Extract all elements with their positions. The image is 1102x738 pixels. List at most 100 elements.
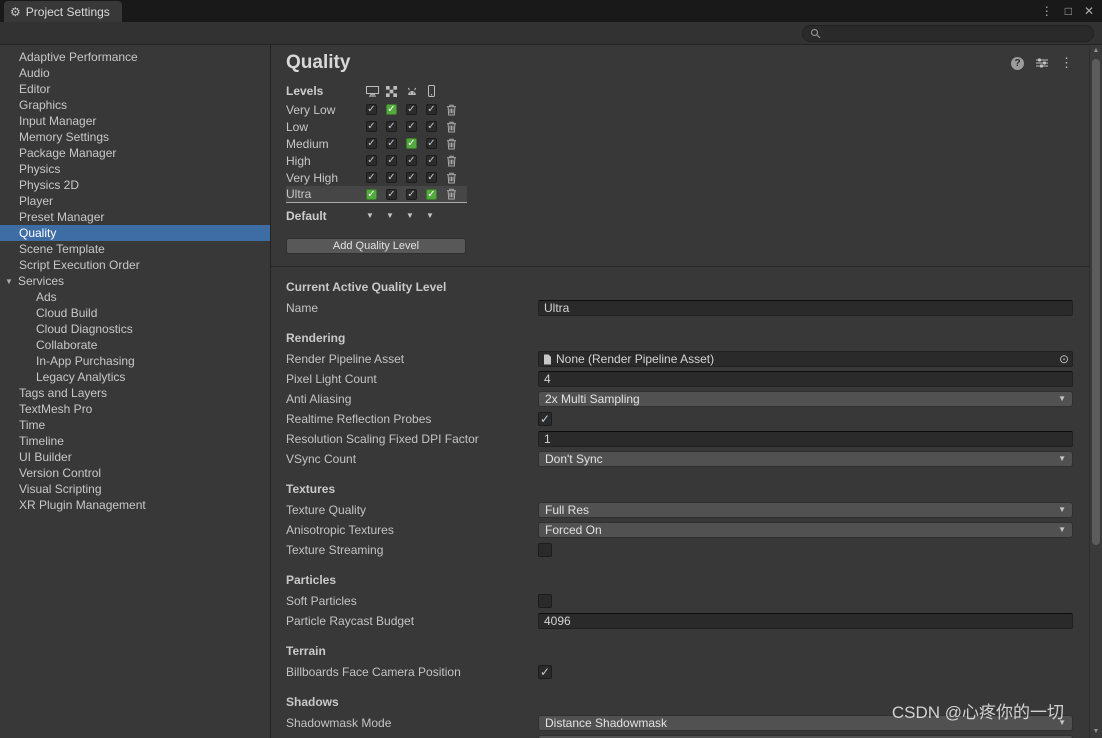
sidebar-item-tags-and-layers[interactable]: Tags and Layers [0,385,270,401]
render-pipeline-asset-object-field[interactable]: None (Render Pipeline Asset)⊙ [538,351,1073,367]
level-high-android-checkbox[interactable]: ✓ [406,155,417,166]
sidebar-item-time[interactable]: Time [0,417,270,433]
sidebar-item-legacy-analytics[interactable]: Legacy Analytics [0,369,270,385]
sidebar-item-services[interactable]: ▼Services [0,273,270,289]
vsync-count-dropdown[interactable]: Don't Sync▼ [538,451,1073,467]
page-title: Quality [286,52,350,74]
particle-raycast-budget-field[interactable]: 4096 [538,613,1073,629]
level-ultra-ios-checkbox[interactable]: ✓ [426,189,437,200]
level-very-high-desktop-checkbox[interactable]: ✓ [366,172,377,183]
sidebar-item-version-control[interactable]: Version Control [0,465,270,481]
level-ultra-desktop-checkbox[interactable]: ✓ [366,189,377,200]
sidebar-item-script-execution-order[interactable]: Script Execution Order [0,257,270,273]
delete-level-icon[interactable] [446,138,457,150]
sidebar-item-cloud-diagnostics[interactable]: Cloud Diagnostics [0,321,270,337]
billboards-face-camera-position-checkbox[interactable]: ✓ [538,665,552,679]
level-very-low-webgl-checkbox[interactable]: ✓ [386,104,397,115]
default-webgl-dropdown[interactable]: ▼ [386,211,394,220]
level-very-high-ios-checkbox[interactable]: ✓ [426,172,437,183]
sidebar-item-timeline[interactable]: Timeline [0,433,270,449]
sidebar-item-player[interactable]: Player [0,193,270,209]
sidebar-item-scene-template[interactable]: Scene Template [0,241,270,257]
realtime-reflection-probes-checkbox[interactable]: ✓ [538,412,552,426]
level-low-desktop-checkbox[interactable]: ✓ [366,121,377,132]
level-very-low-desktop-checkbox[interactable]: ✓ [366,104,377,115]
sidebar-item-package-manager[interactable]: Package Manager [0,145,270,161]
delete-level-icon[interactable] [446,172,457,184]
maximize-icon[interactable]: □ [1065,4,1072,18]
soft-particles-checkbox[interactable] [538,594,552,608]
delete-level-icon[interactable] [446,121,457,133]
sidebar-item-audio[interactable]: Audio [0,65,270,81]
window-tab[interactable]: ⚙ Project Settings [4,1,122,22]
level-high-desktop-checkbox[interactable]: ✓ [366,155,377,166]
add-quality-level-button[interactable]: Add Quality Level [286,238,466,254]
resolution-scaling-fixed-dpi-factor-field[interactable]: 1 [538,431,1073,447]
help-icon[interactable]: ? [1011,57,1024,70]
quality-level-row-low[interactable]: Low✓✓✓✓ [286,118,467,135]
sidebar-item-in-app-purchasing[interactable]: In-App Purchasing [0,353,270,369]
scrollbar-thumb[interactable] [1092,59,1100,545]
anti-aliasing-dropdown[interactable]: 2x Multi Sampling▼ [538,391,1073,407]
level-very-high-webgl-checkbox[interactable]: ✓ [386,172,397,183]
sidebar-item-preset-manager[interactable]: Preset Manager [0,209,270,225]
sidebar-item-input-manager[interactable]: Input Manager [0,113,270,129]
delete-level-icon[interactable] [446,104,457,116]
level-high-webgl-checkbox[interactable]: ✓ [386,155,397,166]
level-low-ios-checkbox[interactable]: ✓ [426,121,437,132]
level-medium-desktop-checkbox[interactable]: ✓ [366,138,377,149]
foldout-icon[interactable]: ▼ [5,274,18,290]
texture-streaming-checkbox[interactable] [538,543,552,557]
sidebar-item-visual-scripting[interactable]: Visual Scripting [0,481,270,497]
quality-level-row-medium[interactable]: Medium✓✓✓✓ [286,135,467,152]
anisotropic-textures-dropdown[interactable]: Forced On▼ [538,522,1073,538]
level-ultra-android-checkbox[interactable]: ✓ [406,189,417,200]
texture-quality-dropdown[interactable]: Full Res▼ [538,502,1073,518]
search-input[interactable] [826,27,1086,39]
search-box[interactable] [802,25,1094,42]
sidebar-item-textmesh-pro[interactable]: TextMesh Pro [0,401,270,417]
scroll-down-icon[interactable]: ▼ [1090,726,1102,738]
sidebar-item-adaptive-performance[interactable]: Adaptive Performance [0,49,270,65]
level-medium-webgl-checkbox[interactable]: ✓ [386,138,397,149]
level-medium-ios-checkbox[interactable]: ✓ [426,138,437,149]
name-field[interactable]: Ultra [538,300,1073,316]
close-icon[interactable]: ✕ [1084,4,1094,18]
default-android-dropdown[interactable]: ▼ [406,211,414,220]
default-ios-dropdown[interactable]: ▼ [426,211,434,220]
delete-level-icon[interactable] [446,155,457,167]
sidebar-item-physics[interactable]: Physics [0,161,270,177]
sidebar-item-physics-2d[interactable]: Physics 2D [0,177,270,193]
sidebar-item-ui-builder[interactable]: UI Builder [0,449,270,465]
default-desktop-dropdown[interactable]: ▼ [366,211,374,220]
window-menu-icon[interactable]: ⋮ [1041,4,1053,18]
level-very-low-android-checkbox[interactable]: ✓ [406,104,417,115]
level-low-android-checkbox[interactable]: ✓ [406,121,417,132]
object-picker-icon[interactable]: ⊙ [1059,352,1069,366]
pixel-light-count-field[interactable]: 4 [538,371,1073,387]
scroll-up-icon[interactable]: ▲ [1090,45,1102,57]
sidebar-item-xr-plugin-management[interactable]: XR Plugin Management [0,497,270,513]
sidebar-item-graphics[interactable]: Graphics [0,97,270,113]
level-very-high-android-checkbox[interactable]: ✓ [406,172,417,183]
sidebar-item-quality[interactable]: Quality [0,225,270,241]
sidebar-item-editor[interactable]: Editor [0,81,270,97]
quality-level-row-high[interactable]: High✓✓✓✓ [286,152,467,169]
level-low-webgl-checkbox[interactable]: ✓ [386,121,397,132]
shadowmask-mode-dropdown[interactable]: Distance Shadowmask▼ [538,715,1073,731]
sidebar-item-memory-settings[interactable]: Memory Settings [0,129,270,145]
quality-level-row-very-low[interactable]: Very Low✓✓✓✓ [286,101,467,118]
delete-level-icon[interactable] [446,188,457,200]
level-ultra-webgl-checkbox[interactable]: ✓ [386,189,397,200]
level-high-ios-checkbox[interactable]: ✓ [426,155,437,166]
sidebar-item-cloud-build[interactable]: Cloud Build [0,305,270,321]
quality-level-row-very-high[interactable]: Very High✓✓✓✓ [286,169,467,186]
sidebar-item-ads[interactable]: Ads [0,289,270,305]
more-menu-icon[interactable]: ⋮ [1060,55,1073,71]
level-very-low-ios-checkbox[interactable]: ✓ [426,104,437,115]
scrollbar[interactable]: ▲ ▼ [1089,45,1102,738]
quality-level-row-ultra[interactable]: Ultra✓✓✓✓ [286,186,467,203]
level-medium-android-checkbox[interactable]: ✓ [406,138,417,149]
sidebar-item-collaborate[interactable]: Collaborate [0,337,270,353]
presets-icon[interactable] [1035,57,1049,69]
